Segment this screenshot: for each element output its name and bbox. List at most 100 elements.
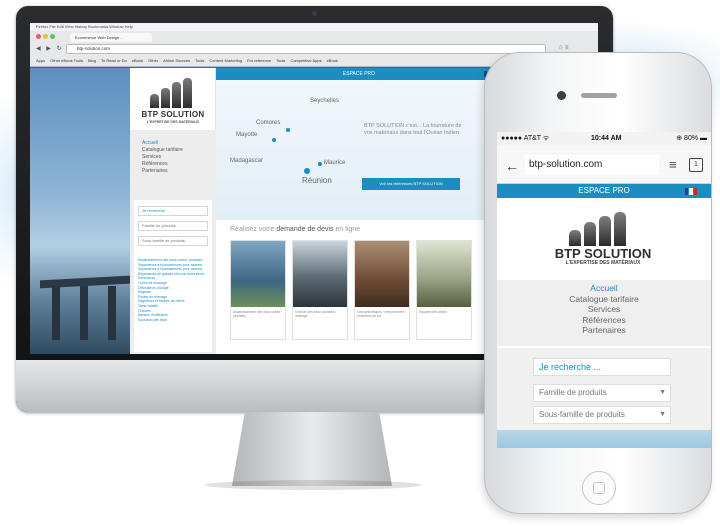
hamburger-menu-icon[interactable]: ≡ bbox=[669, 157, 677, 172]
map-dot bbox=[318, 162, 322, 166]
map-label-mayotte: Mayotte bbox=[236, 132, 258, 138]
address-bar[interactable]: btp-solution.com bbox=[66, 44, 546, 54]
search-input[interactable]: Je recherche ... bbox=[138, 206, 208, 216]
devis-suffix: en ligne bbox=[335, 226, 361, 233]
devis-prefix: Réalisez votre bbox=[230, 226, 275, 233]
devis-highlight[interactable]: demande de devis bbox=[276, 226, 333, 233]
search-panel: Je recherche ... Famille de produits Sou… bbox=[134, 200, 212, 352]
logo-tagline: L'EXPERTISE DES MATÉRIAUX bbox=[146, 120, 200, 124]
bookmark-item[interactable]: Apps bbox=[36, 56, 45, 65]
nav-item-accueil[interactable]: Accueil bbox=[142, 140, 183, 147]
map-label-reunion: Réunion bbox=[302, 176, 332, 185]
product-caption: Equipement urbain bbox=[419, 310, 447, 314]
bookmark-item[interactable]: Tools bbox=[276, 56, 285, 65]
browser-toolbar: ◀ ▶ ↻ btp-solution.com ☆ ≡ bbox=[36, 44, 592, 54]
product-caption: Gestion des eaux pluviales / drainage bbox=[295, 310, 337, 318]
browser-tab[interactable]: Ecommerce Web Design ... bbox=[70, 33, 152, 42]
nav-item-accueil[interactable]: Accueil bbox=[497, 280, 711, 294]
product-image bbox=[231, 241, 285, 307]
family-select-value: Famille de produits bbox=[539, 388, 607, 397]
mobile-address-bar[interactable]: btp-solution.com bbox=[525, 155, 659, 175]
bookmark-item[interactable]: eBook bbox=[327, 56, 338, 65]
nav-item-references[interactable]: Références bbox=[142, 161, 183, 168]
bookmark-item[interactable]: Tools bbox=[195, 56, 204, 65]
map-dot bbox=[286, 128, 290, 132]
nav-item-partenaires[interactable]: Partenaires bbox=[497, 325, 711, 336]
search-input[interactable]: Je recherche ... bbox=[533, 358, 671, 376]
logo-icon bbox=[144, 78, 202, 108]
mobile-logo-name[interactable]: BTP SOLUTION bbox=[537, 246, 669, 261]
mobile-espace-pro-bar[interactable]: ESPACE PRO bbox=[497, 184, 711, 198]
bookmark-item[interactable]: Content Marketing bbox=[209, 56, 242, 65]
status-time: 10:44 AM bbox=[591, 135, 622, 142]
bookmark-item[interactable]: Competitive Apps bbox=[290, 56, 321, 65]
bookmark-item[interactable]: Other bbox=[148, 56, 158, 65]
nav-item-references[interactable]: Références bbox=[497, 315, 711, 326]
category-item[interactable]: Epuration des eaux bbox=[138, 318, 210, 323]
espace-pro-bar[interactable]: ESPACE PRO bbox=[216, 68, 502, 80]
devis-heading: Réalisez votre demande de devis en ligne bbox=[230, 226, 360, 233]
imac-base-shadow bbox=[205, 480, 421, 490]
imac-camera bbox=[312, 11, 317, 16]
subfamily-select[interactable]: Sous-famille de produits bbox=[138, 236, 208, 246]
product-card[interactable]: Géosynthétiques / renforcement / protect… bbox=[354, 240, 410, 340]
subfamily-select-value: Sous-famille de produits bbox=[539, 410, 625, 419]
category-list: Assainissement des eaux usées / pluviale… bbox=[138, 258, 210, 322]
product-card[interactable]: Equipement urbain bbox=[416, 240, 472, 340]
mobile-bottom-panel bbox=[497, 430, 711, 448]
product-caption: Géosynthétiques / renforcement / protect… bbox=[357, 310, 406, 318]
nav-item-partenaires[interactable]: Partenaires bbox=[142, 168, 183, 175]
nav-item-catalogue[interactable]: Catalogue tarifaire bbox=[142, 147, 183, 154]
tabs-icon[interactable]: 1 bbox=[689, 158, 703, 172]
hero-map: Seychelles Comores Mayotte Madagascar Ma… bbox=[216, 80, 502, 220]
family-select[interactable]: Famille de produits bbox=[138, 221, 208, 231]
bookmark-item[interactable]: To Read or Do bbox=[101, 56, 127, 65]
category-item[interactable]: Assainissement des eaux usées / pluviale… bbox=[138, 258, 210, 263]
minimize-icon[interactable] bbox=[43, 34, 48, 39]
front-camera bbox=[557, 91, 566, 100]
home-button-icon bbox=[593, 482, 605, 494]
product-card[interactable]: Gestion des eaux pluviales / drainage bbox=[292, 240, 348, 340]
subfamily-select[interactable]: Sous-famille de produits ▼ bbox=[533, 406, 671, 424]
nav-item-services[interactable]: Services bbox=[142, 154, 183, 161]
product-thumbnails: Assainissement des eaux usées / pluviale… bbox=[230, 240, 490, 340]
bookmark-item[interactable]: For reference bbox=[247, 56, 271, 65]
bookmark-item[interactable]: eBook bbox=[132, 56, 143, 65]
back-arrow-icon[interactable]: ← bbox=[505, 158, 519, 174]
map-label-seychelles: Seychelles bbox=[310, 98, 340, 104]
earpiece-speaker bbox=[581, 93, 617, 98]
map-label-comores: Comores bbox=[256, 120, 281, 126]
site-sidebar: BTP SOLUTION L'EXPERTISE DES MATÉRIAUX A… bbox=[130, 68, 216, 354]
site-container: BTP SOLUTION L'EXPERTISE DES MATÉRIAUX A… bbox=[130, 68, 502, 354]
close-icon[interactable] bbox=[36, 34, 41, 39]
family-select[interactable]: Famille de produits ▼ bbox=[533, 384, 671, 402]
bookmark-item[interactable]: Other eBook Tools bbox=[50, 56, 83, 65]
bookmark-item[interactable]: Airline Sources bbox=[163, 56, 190, 65]
map-dot bbox=[272, 138, 276, 142]
nav-item-catalogue[interactable]: Catalogue tarifaire bbox=[497, 294, 711, 305]
nav-item-services[interactable]: Services bbox=[497, 304, 711, 315]
bridge-pillar bbox=[108, 286, 116, 340]
mobile-logo-tagline: L'EXPERTISE DES MATÉRIAUX bbox=[565, 260, 641, 266]
product-image bbox=[417, 241, 471, 307]
mobile-nav: Accueil Catalogue tarifaire Services Réf… bbox=[497, 280, 711, 346]
map-dot bbox=[304, 168, 310, 174]
nav-buttons[interactable]: ◀ ▶ ↻ bbox=[36, 45, 64, 52]
mobile-page: BTP SOLUTION L'EXPERTISE DES MATÉRIAUX A… bbox=[497, 198, 711, 448]
product-image bbox=[355, 241, 409, 307]
chevron-down-icon: ▼ bbox=[659, 411, 666, 418]
toolbar-icons[interactable]: ☆ ≡ bbox=[558, 44, 569, 51]
product-card[interactable]: Assainissement des eaux usées / pluviale… bbox=[230, 240, 286, 340]
mobile-browser-bar: ← btp-solution.com ≡ 1 bbox=[497, 146, 711, 184]
map-label-maurice: Maurice bbox=[324, 160, 346, 166]
maximize-icon[interactable] bbox=[50, 34, 55, 39]
bridge-pillar bbox=[52, 286, 60, 340]
map-label-madagascar: Madagascar bbox=[230, 158, 264, 164]
references-button[interactable]: Voir les références BTP SOLUTION bbox=[362, 178, 460, 190]
bookmark-item[interactable]: Blog bbox=[88, 56, 96, 65]
site-logo[interactable]: BTP SOLUTION L'EXPERTISE DES MATÉRIAUX bbox=[130, 68, 216, 130]
logo-icon bbox=[561, 212, 641, 246]
window-controls bbox=[36, 34, 55, 39]
device-mockup-scene: Firefox File Edit View History Bookmarks… bbox=[0, 0, 720, 526]
flag-icon[interactable] bbox=[685, 188, 697, 195]
